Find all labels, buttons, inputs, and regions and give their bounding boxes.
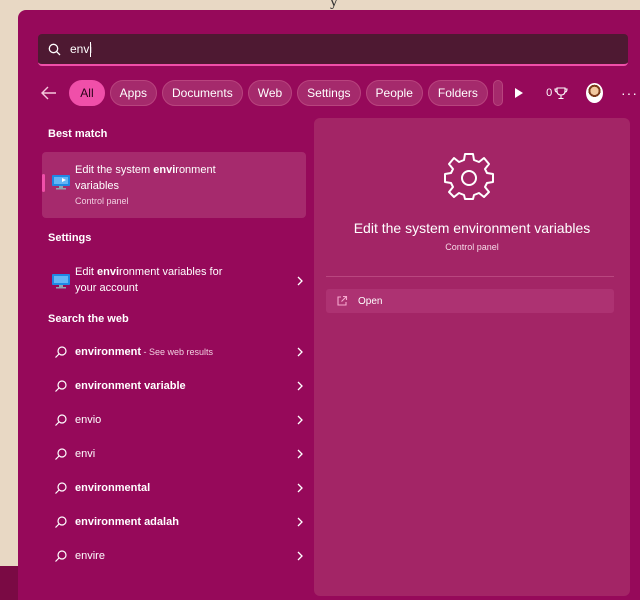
web-result-item[interactable]: environment - See web results [42, 335, 306, 369]
best-match-header: Best match [48, 128, 108, 140]
detail-title: Edit the system environment variables [353, 220, 591, 236]
chevron-right-icon [297, 551, 303, 561]
chevron-right-icon [297, 415, 303, 425]
filter-chip-overflow[interactable] [492, 80, 504, 106]
text-caret [90, 41, 92, 57]
settings-item-label: Edit environment variables for your acco… [75, 266, 223, 294]
search-icon [55, 482, 67, 494]
search-icon [55, 516, 67, 528]
chevron-right-icon [297, 276, 303, 286]
points-value: 0 [546, 87, 553, 99]
web-result-label: envire [75, 550, 105, 562]
detail-pane: Edit the system environment variables Co… [314, 118, 630, 596]
control-panel-icon [52, 175, 70, 190]
avatar[interactable] [586, 83, 603, 103]
search-web-header: Search the web [48, 313, 129, 325]
web-result-item[interactable]: environmental [42, 471, 306, 505]
detail-subtitle: Control panel [445, 242, 499, 252]
search-icon [55, 448, 67, 460]
filter-chip-people[interactable]: People [365, 80, 423, 106]
chevron-right-icon [297, 483, 303, 493]
web-result-item[interactable]: envire [42, 539, 306, 573]
back-arrow-icon[interactable] [38, 80, 59, 106]
web-result-item[interactable]: environment variable [42, 369, 306, 403]
scroll-right-play-icon[interactable] [510, 80, 528, 106]
chevron-right-icon [297, 381, 303, 391]
detail-divider [326, 276, 614, 277]
open-label: Open [358, 295, 383, 307]
search-input[interactable]: envi [70, 42, 92, 56]
web-result-label: envio [75, 414, 102, 426]
web-result-item[interactable]: envi [42, 437, 306, 471]
settings-control-panel-icon [52, 274, 70, 289]
search-icon [48, 42, 62, 56]
start-search-panel: envi All Apps Documents Web Settings Peo… [18, 10, 640, 600]
rewards-points[interactable]: 0 [546, 86, 568, 100]
web-result-label: environment adalah [75, 516, 179, 528]
best-match-subtitle: Control panel [75, 196, 129, 206]
best-match-title: Edit the system environment variables [75, 164, 216, 192]
background-text-fragment: y [330, 0, 338, 10]
rewards-trophy-icon [554, 87, 568, 100]
settings-header: Settings [48, 232, 92, 244]
settings-item-env-variables[interactable]: Edit environment variables for your acco… [42, 261, 306, 301]
filter-chip-apps[interactable]: Apps [109, 80, 157, 106]
search-icon [55, 414, 67, 426]
web-result-label: envi [75, 448, 96, 460]
filter-chip-settings[interactable]: Settings [297, 80, 361, 106]
chevron-right-icon [297, 449, 303, 459]
web-result-label: environmental [75, 482, 151, 494]
more-options-icon[interactable]: ··· [621, 85, 638, 101]
filter-chip-web[interactable]: Web [247, 80, 293, 106]
filter-row: All Apps Documents Web Settings People F… [38, 78, 638, 108]
chevron-right-icon [297, 347, 303, 357]
web-result-label: environment variable [75, 380, 186, 392]
filter-chip-folders[interactable]: Folders [427, 80, 488, 106]
best-match-item[interactable]: Edit the system environment variables Co… [42, 152, 306, 218]
gear-icon [444, 153, 494, 200]
filter-chip-all[interactable]: All [69, 80, 105, 106]
web-result-item[interactable]: envio [42, 403, 306, 437]
search-icon [55, 380, 67, 392]
web-result-item[interactable]: environment adalah [42, 505, 306, 539]
filter-chip-documents[interactable]: Documents [162, 80, 243, 106]
search-icon [55, 550, 67, 562]
selection-indicator [42, 174, 45, 192]
open-external-icon [337, 295, 348, 306]
search-icon [55, 346, 67, 358]
chevron-right-icon [297, 517, 303, 527]
search-box[interactable]: envi [38, 34, 628, 66]
web-result-label: environment - See web results [75, 346, 214, 358]
open-button[interactable]: Open [326, 289, 614, 313]
